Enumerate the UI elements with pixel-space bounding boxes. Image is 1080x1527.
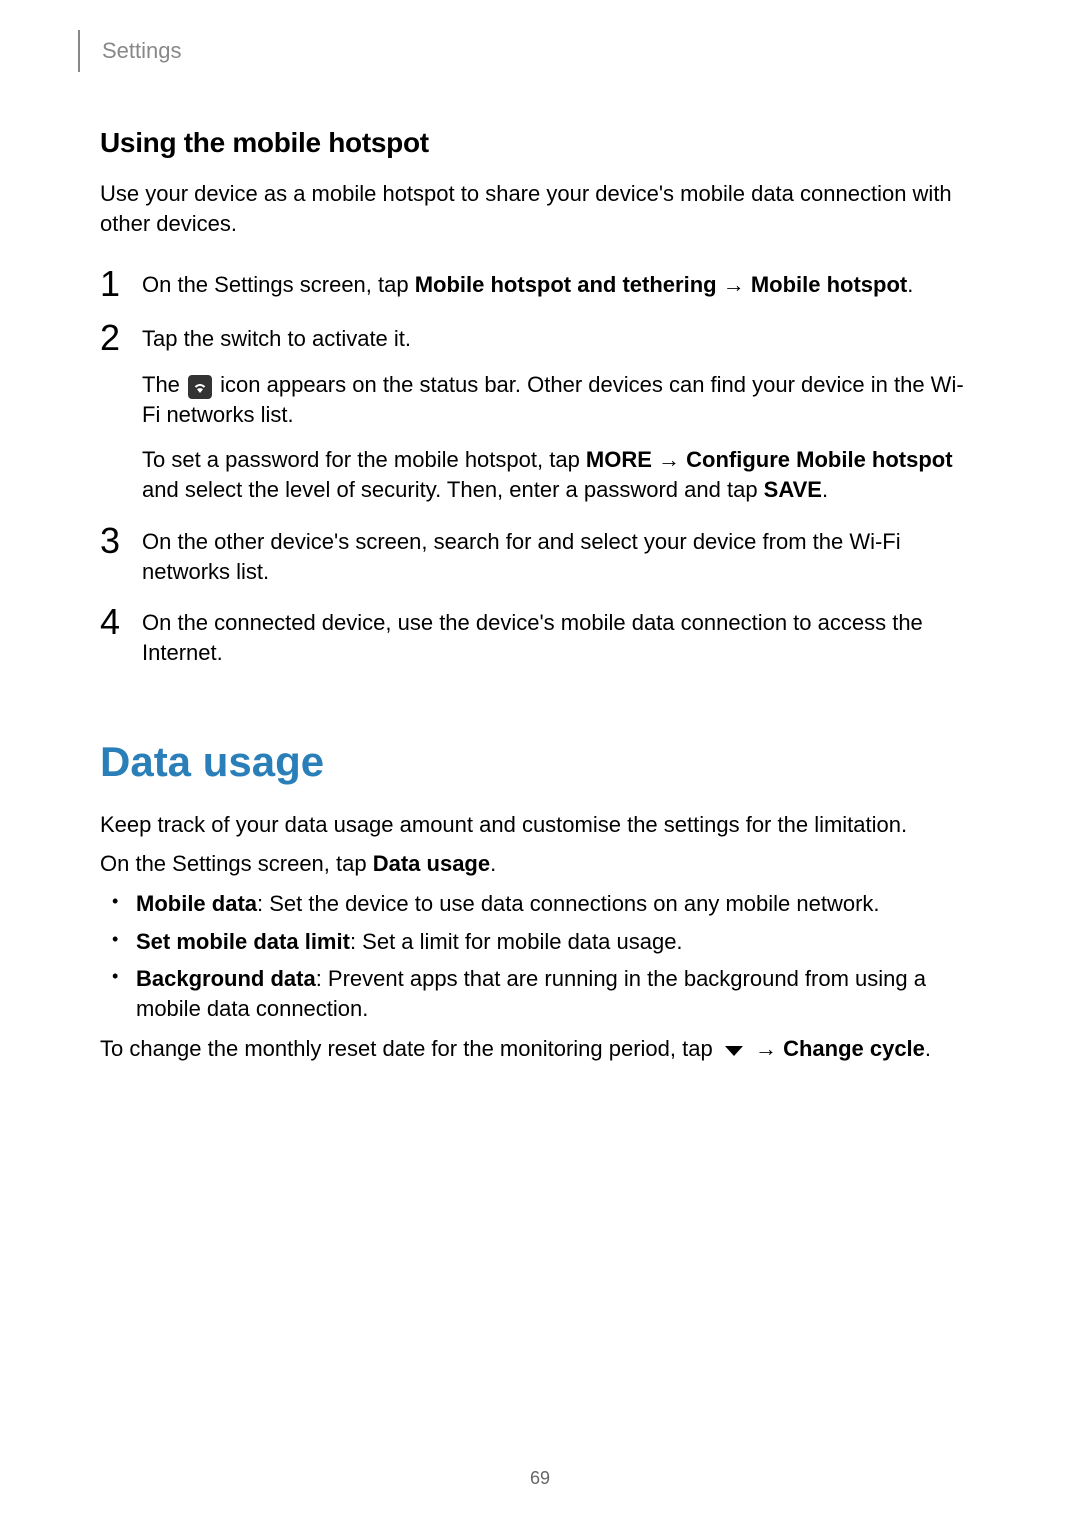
step-number: 1 <box>100 266 142 302</box>
data-usage-instruction: On the Settings screen, tap Data usage. <box>100 849 980 879</box>
hotspot-steps-list: 1 On the Settings screen, tap Mobile hot… <box>100 266 980 667</box>
t: SAVE <box>764 477 822 502</box>
step-3-text: On the other device's screen, search for… <box>142 527 980 586</box>
t: . <box>925 1036 931 1061</box>
step-number: 3 <box>100 523 142 586</box>
data-usage-bullets: Mobile data: Set the device to use data … <box>100 889 980 1024</box>
step-4: 4 On the connected device, use the devic… <box>100 604 980 667</box>
t: MORE <box>586 447 652 472</box>
t: Background data <box>136 966 316 991</box>
step-2-p3: To set a password for the mobile hotspot… <box>142 445 980 504</box>
t: . <box>822 477 828 502</box>
t: Mobile hotspot <box>751 272 907 297</box>
step-number: 2 <box>100 320 142 504</box>
breadcrumb: Settings <box>102 38 182 64</box>
t: : Set a limit for mobile data usage. <box>350 929 683 954</box>
arrow-icon: → <box>749 1036 783 1061</box>
step-2-p2: The icon appears on the status bar. Othe… <box>142 370 980 429</box>
step-number: 4 <box>100 604 142 667</box>
step-2-p1: Tap the switch to activate it. <box>142 324 980 354</box>
data-usage-title: Data usage <box>100 738 980 786</box>
t: Set mobile data limit <box>136 929 350 954</box>
t: . <box>907 272 913 297</box>
list-item: Background data: Prevent apps that are r… <box>100 964 980 1023</box>
step-body: On the connected device, use the device'… <box>142 604 980 667</box>
step-body: On the Settings screen, tap Mobile hotsp… <box>142 266 980 302</box>
list-item: Mobile data: Set the device to use data … <box>100 889 980 919</box>
step-1-text: On the Settings screen, tap Mobile hotsp… <box>142 270 980 300</box>
content: Using the mobile hotspot Use your device… <box>100 127 980 1063</box>
list-item: Set mobile data limit: Set a limit for m… <box>100 927 980 957</box>
arrow-icon: → <box>717 272 751 297</box>
step-2: 2 Tap the switch to activate it. The ico… <box>100 320 980 504</box>
t: Mobile hotspot and tethering <box>415 272 717 297</box>
header-breadcrumb-rule: Settings <box>78 30 980 72</box>
hotspot-status-icon <box>188 375 212 399</box>
data-usage-intro: Keep track of your data usage amount and… <box>100 810 980 840</box>
t: Configure Mobile hotspot <box>686 447 952 472</box>
step-3: 3 On the other device's screen, search f… <box>100 523 980 586</box>
step-body: On the other device's screen, search for… <box>142 523 980 586</box>
arrow-icon: → <box>652 447 686 472</box>
page-number: 69 <box>0 1468 1080 1489</box>
dropdown-triangle-icon <box>723 1044 745 1058</box>
step-body: Tap the switch to activate it. The icon … <box>142 320 980 504</box>
t: To change the monthly reset date for the… <box>100 1036 719 1061</box>
t: and select the level of security. Then, … <box>142 477 764 502</box>
t: To set a password for the mobile hotspot… <box>142 447 586 472</box>
t: Change cycle <box>783 1036 925 1061</box>
step-1: 1 On the Settings screen, tap Mobile hot… <box>100 266 980 302</box>
page-container: Settings Using the mobile hotspot Use yo… <box>0 0 1080 1527</box>
t: icon appears on the status bar. Other de… <box>142 372 964 427</box>
t: The <box>142 372 186 397</box>
t: Data usage <box>373 851 490 876</box>
hotspot-intro: Use your device as a mobile hotspot to s… <box>100 179 980 238</box>
t: : Set the device to use data connections… <box>257 891 880 916</box>
step-4-text: On the connected device, use the device'… <box>142 608 980 667</box>
t: . <box>490 851 496 876</box>
change-cycle-instruction: To change the monthly reset date for the… <box>100 1034 980 1064</box>
t: On the Settings screen, tap <box>142 272 415 297</box>
t: On the Settings screen, tap <box>100 851 373 876</box>
hotspot-subtitle: Using the mobile hotspot <box>100 127 980 159</box>
t: Mobile data <box>136 891 257 916</box>
